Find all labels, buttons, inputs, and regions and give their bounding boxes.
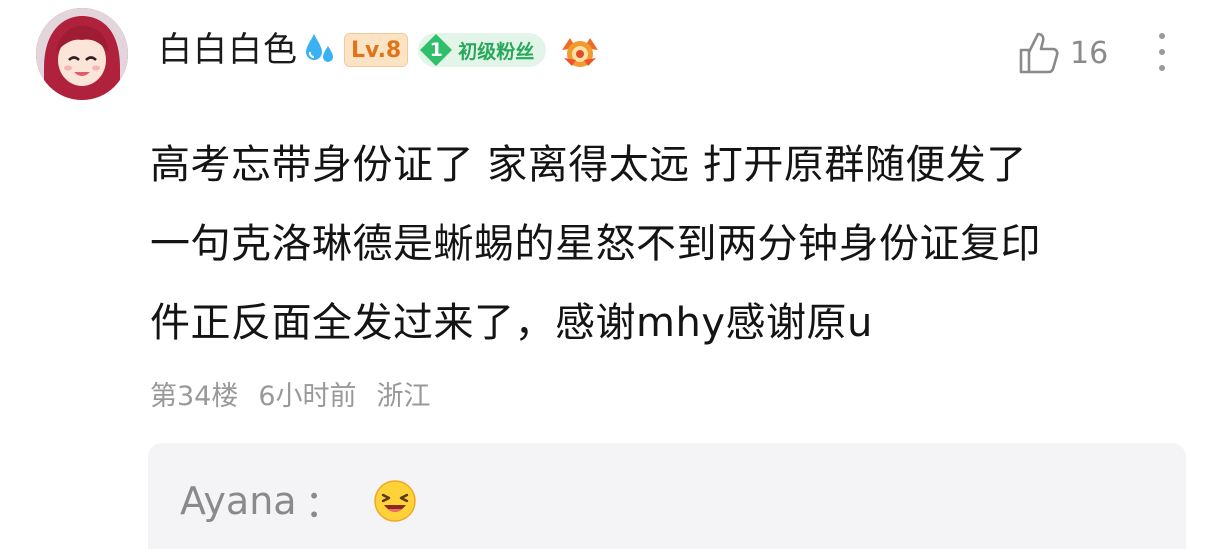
username[interactable]: 白白白色 xyxy=(158,33,298,67)
comment-line: 一句克洛琳德是蜥蜴的星怒不到两分钟身份证复印 xyxy=(150,221,1041,267)
reply-preview[interactable]: Ayana ： xyxy=(148,443,1186,549)
laughing-emoji-icon xyxy=(373,479,416,522)
location: 浙江 xyxy=(376,381,431,412)
level-badge: Lv.8 xyxy=(344,33,409,67)
comment-header: 白白白色 Lv.8 1 初级粉丝 xyxy=(158,26,602,74)
reply-colon: ： xyxy=(304,482,343,526)
thumbs-up-icon xyxy=(1019,32,1059,74)
comment-text: 高考忘带身份证了 家离得太远 打开原群随便发了 一句克洛琳德是蜥蜴的星怒不到两分… xyxy=(150,126,1200,363)
comment-line: 高考忘带身份证了 家离得太远 打开原群随便发了 xyxy=(150,142,1027,188)
like-button[interactable]: 16 xyxy=(1016,30,1108,76)
fan-level: 1 xyxy=(429,39,443,61)
comment-meta: 第34楼 6小时前 浙江 xyxy=(150,374,431,413)
floor-number: 第34楼 xyxy=(150,381,239,412)
medal-icon xyxy=(562,38,599,67)
post-time: 6小时前 xyxy=(258,381,357,412)
like-count: 16 xyxy=(1070,35,1109,71)
water-drop-icon xyxy=(306,34,333,62)
comment-line: 件正反面全发过来了，感谢mhy感谢原u xyxy=(150,300,873,346)
avatar[interactable] xyxy=(36,8,128,100)
fan-level-gem: 1 xyxy=(418,33,454,67)
fan-badge[interactable]: 1 初级粉丝 xyxy=(418,33,547,67)
more-icon[interactable] xyxy=(1152,30,1172,74)
fan-badge-label: 初级粉丝 xyxy=(458,40,535,63)
reply-username[interactable]: Ayana xyxy=(180,479,297,523)
reply-item[interactable]: Ayana ： xyxy=(180,473,417,528)
